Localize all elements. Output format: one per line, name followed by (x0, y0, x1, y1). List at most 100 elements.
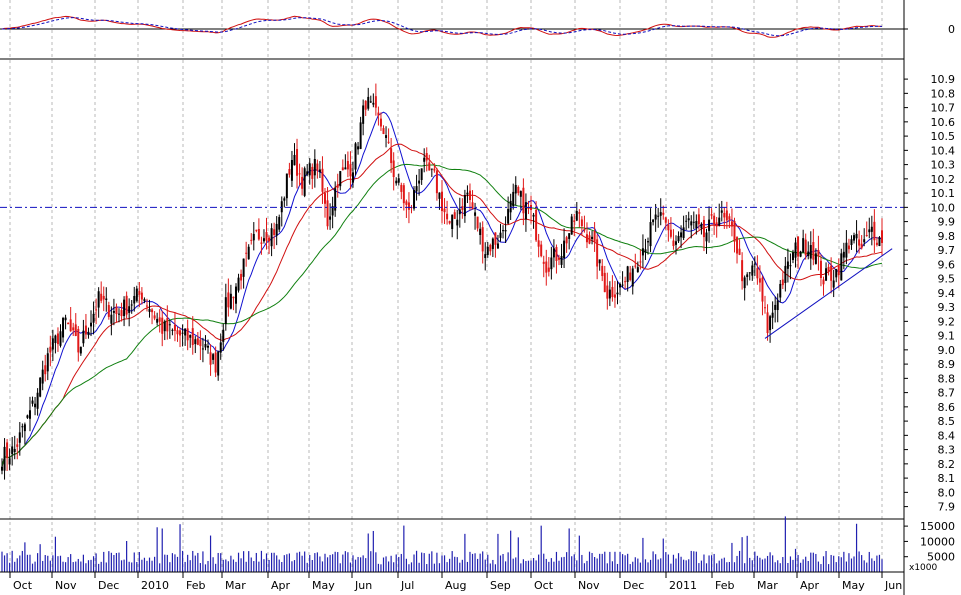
candle-body (326, 200, 329, 227)
candle-body (28, 410, 31, 419)
candle-body (583, 229, 586, 231)
candle-body (433, 168, 436, 171)
time-tick-label: May (842, 579, 865, 592)
price-tick-label: 10.7 (931, 102, 956, 115)
candle-body (596, 239, 599, 267)
candle-body (229, 293, 232, 309)
candle-body (344, 167, 347, 170)
candle-body (758, 278, 761, 283)
candle-body (212, 354, 215, 360)
price-tick-label: 9.3 (938, 301, 956, 314)
time-tick-label: Aug (445, 579, 466, 592)
candle-body (779, 283, 782, 298)
candle-body (522, 187, 525, 214)
candle-body (120, 310, 123, 317)
candle-body (728, 216, 731, 220)
price-tick-label: 8.0 (938, 486, 956, 499)
candle-body (105, 298, 108, 300)
candle-body (461, 206, 464, 210)
price-tick-label: 10.8 (931, 87, 956, 100)
candle-body (563, 240, 566, 258)
candle-body (514, 184, 517, 194)
candle-body (54, 335, 57, 344)
candle-body (420, 168, 423, 181)
candle-body (346, 161, 349, 170)
price-tick-label: 8.4 (938, 429, 956, 442)
candle-body (573, 220, 576, 222)
candle-body (278, 217, 281, 230)
candle-body (191, 328, 194, 346)
candle-body (374, 96, 377, 108)
time-tick-label: Oct (534, 579, 554, 592)
candle-body (143, 299, 146, 301)
candle-body (49, 346, 52, 353)
candle-body (385, 135, 388, 138)
candle-body (443, 208, 446, 213)
candle-body (247, 246, 250, 260)
candle-body (486, 246, 489, 255)
candle-body (873, 221, 876, 241)
candle-body (209, 352, 212, 365)
candle-body (507, 209, 510, 224)
price-tick-label: 10.9 (931, 73, 956, 86)
candle-body (237, 277, 240, 291)
price-tick-label: 10.5 (931, 130, 956, 143)
candle-body (753, 263, 756, 265)
candle-body (397, 178, 400, 183)
candle-body (123, 299, 126, 317)
candle-body (117, 313, 120, 315)
candle-body (799, 251, 802, 257)
candle-body (654, 214, 657, 220)
candle-body (341, 167, 344, 171)
candle-body (400, 184, 403, 192)
candle-body (588, 235, 591, 244)
candle-body (491, 238, 494, 249)
candle-body (448, 221, 451, 224)
candle-body (115, 306, 118, 315)
candle-body (812, 242, 815, 260)
candle-body (173, 324, 176, 331)
candle-body (349, 164, 352, 177)
candle-body (214, 352, 217, 373)
candle-body (723, 212, 726, 218)
candle-body (171, 329, 174, 331)
candle-body (695, 221, 698, 229)
candle-body (840, 253, 843, 281)
candle-body (245, 252, 248, 254)
time-tick-label: Jul (400, 579, 414, 592)
candle-body (357, 146, 360, 150)
candle-body (786, 261, 789, 269)
candle-body (423, 157, 426, 162)
candle-body (870, 226, 873, 232)
candle-body (756, 268, 759, 279)
candle-body (456, 219, 459, 226)
candle-body (405, 201, 408, 205)
candle-body (720, 210, 723, 213)
candle-body (39, 377, 42, 397)
candle-body (451, 214, 454, 230)
candle-body (730, 221, 733, 227)
candle-body (379, 118, 382, 127)
candle-body (832, 280, 835, 288)
candle-body (601, 265, 604, 277)
price-tick-label: 9.8 (938, 230, 956, 243)
candle-body (639, 261, 642, 263)
candle-body (418, 180, 421, 184)
candle-body (51, 338, 54, 350)
candle-body (407, 202, 410, 210)
candle-body (550, 257, 553, 270)
candle-body (713, 215, 716, 225)
candle-body (652, 219, 655, 223)
candle-body (636, 267, 639, 273)
candle-body (166, 318, 169, 332)
candle-body (64, 317, 67, 321)
candle-body (710, 214, 713, 216)
candle-body (629, 272, 632, 280)
candle-body (186, 328, 189, 341)
price-tick-label: 8.3 (938, 444, 956, 457)
candle-body (687, 218, 690, 221)
price-tick-label: 8.6 (938, 401, 956, 414)
candle-body (748, 272, 751, 274)
time-tick-label: Jun (354, 579, 372, 592)
candle-body (303, 168, 306, 196)
